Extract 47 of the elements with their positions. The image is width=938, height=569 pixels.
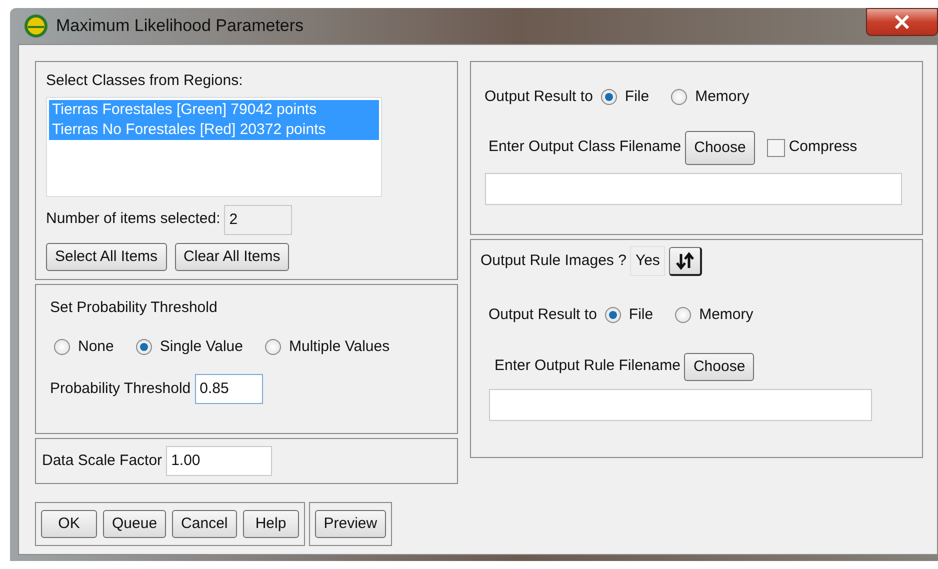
radio-label: File [624,87,650,107]
threshold-field[interactable]: 0.85 [194,374,263,404]
preview-button[interactable]: Preview [314,510,386,538]
field-label: Probability Threshold [50,378,191,399]
checkbox-label: Compress [788,137,858,158]
checkbox[interactable] [766,138,785,156]
filename-field[interactable] [488,388,872,420]
close-icon [894,15,910,29]
dialog-button[interactable]: Queue [103,510,166,538]
sort-arrows-icon [676,252,694,270]
scale-field[interactable]: 1.00 [166,446,272,476]
dialog-button[interactable]: OK [41,510,97,538]
panel-label: Set Probability Threshold [50,298,218,318]
radio-label: Multiple Values [288,336,390,356]
field-label: Enter Output Class Filename [488,137,682,158]
radio-label: Single Value [160,336,243,356]
count-label: Number of items selected: [46,209,220,230]
field-label: Enter Output Rule Filename [494,356,680,376]
choose-button[interactable]: Choose [685,130,755,164]
radio-button[interactable] [600,89,617,106]
dialog-button[interactable]: Help [242,510,299,538]
radio-button[interactable] [671,89,688,106]
toggle-button[interactable] [668,246,702,276]
dialog-button[interactable]: Cancel [172,510,237,538]
action-button[interactable]: Clear All Items [174,242,290,270]
close-button[interactable] [866,8,938,36]
radio-label: None [78,336,114,356]
radio-button[interactable] [264,338,281,355]
count-field: 2 [224,204,292,234]
radio-button[interactable] [54,338,70,355]
field-label: Output Rule Images ? [480,250,626,271]
radio-label: File [628,305,654,325]
radio-label: Memory [699,305,754,325]
choose-button[interactable]: Choose [684,352,754,380]
field-label: Output Result to [488,305,597,325]
radio-button[interactable] [675,307,692,324]
filename-field[interactable] [484,172,902,204]
action-button[interactable]: Select All Items [46,242,167,270]
radio-button[interactable] [604,307,621,324]
panel-label: Select Classes from Regions: [46,71,244,91]
radio-button[interactable] [136,338,152,355]
app-icon [24,14,48,38]
yes-field: Yes [630,246,665,276]
radio-label: Memory [695,87,750,107]
field-label: Data Scale Factor [42,450,162,471]
field-label: Output Result to [484,87,593,107]
window-title: Maximum Likelihood Parameters [56,15,304,38]
